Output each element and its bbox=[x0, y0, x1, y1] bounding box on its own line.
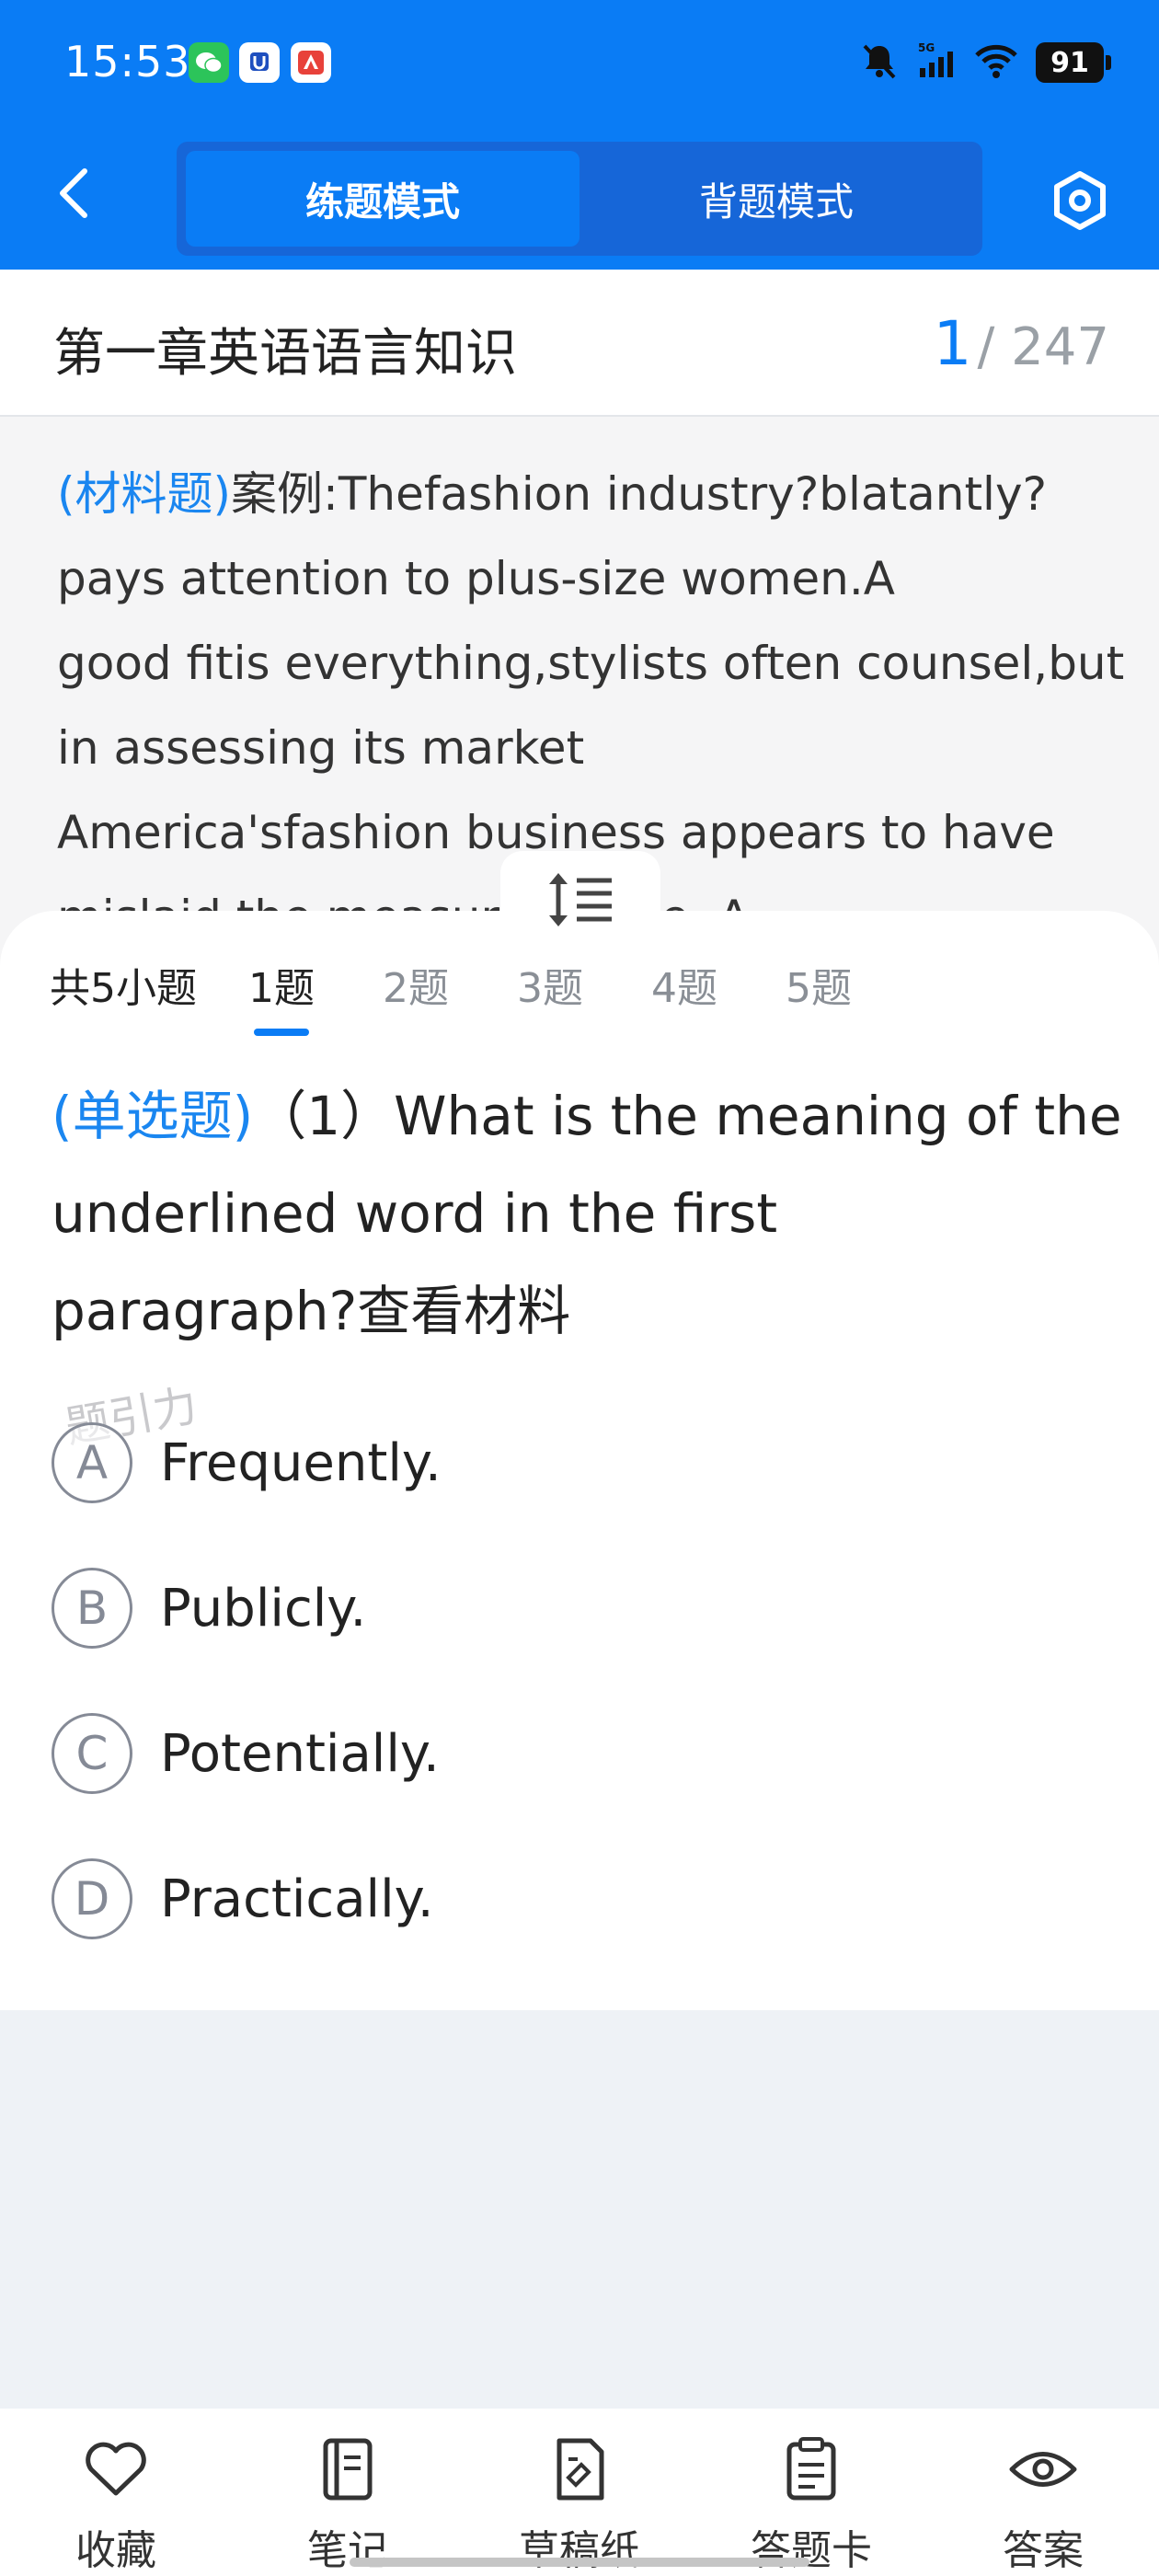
tool-label: 笔记 bbox=[307, 2527, 388, 2574]
cellular-signal-icon: 5G bbox=[916, 40, 957, 85]
question-line[interactable]: paragraph?查看材料 bbox=[52, 1262, 1109, 1360]
heart-icon bbox=[79, 2436, 153, 2502]
material-line: pays attention to plus-size women.A bbox=[57, 552, 895, 605]
sub-question-tab[interactable]: 2题 bbox=[383, 955, 449, 1014]
favorite-button[interactable]: 收藏 bbox=[0, 2409, 232, 2576]
option-text: Potentially. bbox=[160, 1723, 440, 1784]
total-questions: / 247 bbox=[977, 317, 1109, 377]
chevron-left-icon bbox=[60, 168, 87, 218]
tab-practice-mode[interactable]: 练题模式 bbox=[186, 151, 580, 247]
a-app-icon bbox=[291, 42, 331, 83]
status-bar: 15:53 5G 91 bbox=[0, 0, 1159, 129]
question-text: (单选题)（1）What is the meaning of the under… bbox=[52, 1067, 1122, 1360]
tool-label: 答案 bbox=[1003, 2527, 1084, 2574]
question-type-tag: (单选题) bbox=[52, 1085, 254, 1147]
answer-card-icon bbox=[775, 2436, 848, 2502]
sub-question-tab[interactable]: 4题 bbox=[651, 955, 717, 1014]
option-text: Publicly. bbox=[160, 1578, 367, 1639]
sub-question-count: 共5小题 bbox=[50, 965, 197, 1012]
material-line: in assessing its market bbox=[57, 721, 585, 775]
status-time: 15:53 bbox=[64, 37, 191, 86]
u-app-icon bbox=[239, 42, 280, 83]
nav-bar: 练题模式 背题模式 bbox=[0, 129, 1159, 270]
tool-label: 草稿纸 bbox=[519, 2527, 640, 2574]
wechat-icon bbox=[189, 42, 229, 83]
sub-question-tab[interactable]: 1题 bbox=[248, 955, 315, 1036]
option-letter: A bbox=[52, 1422, 132, 1503]
option-letter: C bbox=[52, 1713, 132, 1794]
battery-indicator: 91 bbox=[1036, 42, 1111, 83]
back-button[interactable] bbox=[46, 161, 101, 225]
notebook-icon bbox=[311, 2436, 384, 2502]
option-text: Practically. bbox=[160, 1869, 434, 1929]
draft-paper-button[interactable]: 草稿纸 bbox=[464, 2409, 695, 2576]
question-counter: 1 / 247 bbox=[933, 308, 1109, 379]
question-line: underlined word in the first bbox=[52, 1182, 778, 1245]
gear-icon bbox=[1054, 171, 1106, 230]
wifi-icon bbox=[973, 40, 1019, 85]
bottom-toolbar: 收藏 笔记 草稿纸 答题卡 答案 bbox=[0, 2409, 1159, 2576]
option-b[interactable]: B Publicly. bbox=[52, 1562, 1063, 1654]
settings-button[interactable] bbox=[1045, 166, 1115, 236]
home-indicator[interactable] bbox=[350, 2558, 809, 2567]
sub-question-tab[interactable]: 5题 bbox=[786, 955, 852, 1014]
draft-paper-icon bbox=[543, 2436, 616, 2502]
eye-icon bbox=[1006, 2436, 1080, 2502]
chapter-title: 第一章英语语言知识 bbox=[53, 324, 517, 384]
answer-button[interactable]: 答案 bbox=[927, 2409, 1159, 2576]
svg-text:5G: 5G bbox=[918, 41, 935, 54]
answer-card-button[interactable]: 答题卡 bbox=[695, 2409, 927, 2576]
option-letter: B bbox=[52, 1568, 132, 1649]
option-d[interactable]: D Practically. bbox=[52, 1853, 1063, 1945]
tool-label: 收藏 bbox=[75, 2527, 156, 2574]
option-a[interactable]: A Frequently. bbox=[52, 1417, 1063, 1509]
resize-handle[interactable] bbox=[500, 851, 660, 943]
option-letter: D bbox=[52, 1858, 132, 1939]
notes-button[interactable]: 笔记 bbox=[232, 2409, 464, 2576]
sub-question-tab[interactable]: 3题 bbox=[517, 955, 583, 1014]
question-line: （1）What is the meaning of the bbox=[253, 1085, 1122, 1147]
option-text: Frequently. bbox=[160, 1432, 442, 1493]
option-c[interactable]: C Potentially. bbox=[52, 1708, 1063, 1800]
mute-icon bbox=[859, 40, 900, 85]
tab-recite-mode[interactable]: 背题模式 bbox=[580, 151, 973, 247]
material-tag: (材料题) bbox=[57, 467, 232, 521]
mode-switch: 练题模式 背题模式 bbox=[177, 142, 982, 256]
material-line: 案例:Thefashion industry?blatantly? bbox=[231, 467, 1048, 521]
status-indicators: 5G 91 bbox=[859, 37, 1111, 88]
material-line: good fitis everything,stylists often cou… bbox=[57, 637, 1125, 690]
tool-label: 答题卡 bbox=[751, 2527, 872, 2574]
line-spacing-icon bbox=[549, 873, 612, 926]
sub-question-tabs: 共5小题 1题 2题 3题 4题 5题 bbox=[50, 948, 920, 1036]
chapter-row: 第一章英语语言知识 1 / 247 bbox=[0, 270, 1159, 417]
question-panel: 共5小题 1题 2题 3题 4题 5题 (单选题)（1）What is the … bbox=[0, 911, 1159, 2010]
current-question-number: 1 bbox=[933, 308, 972, 379]
